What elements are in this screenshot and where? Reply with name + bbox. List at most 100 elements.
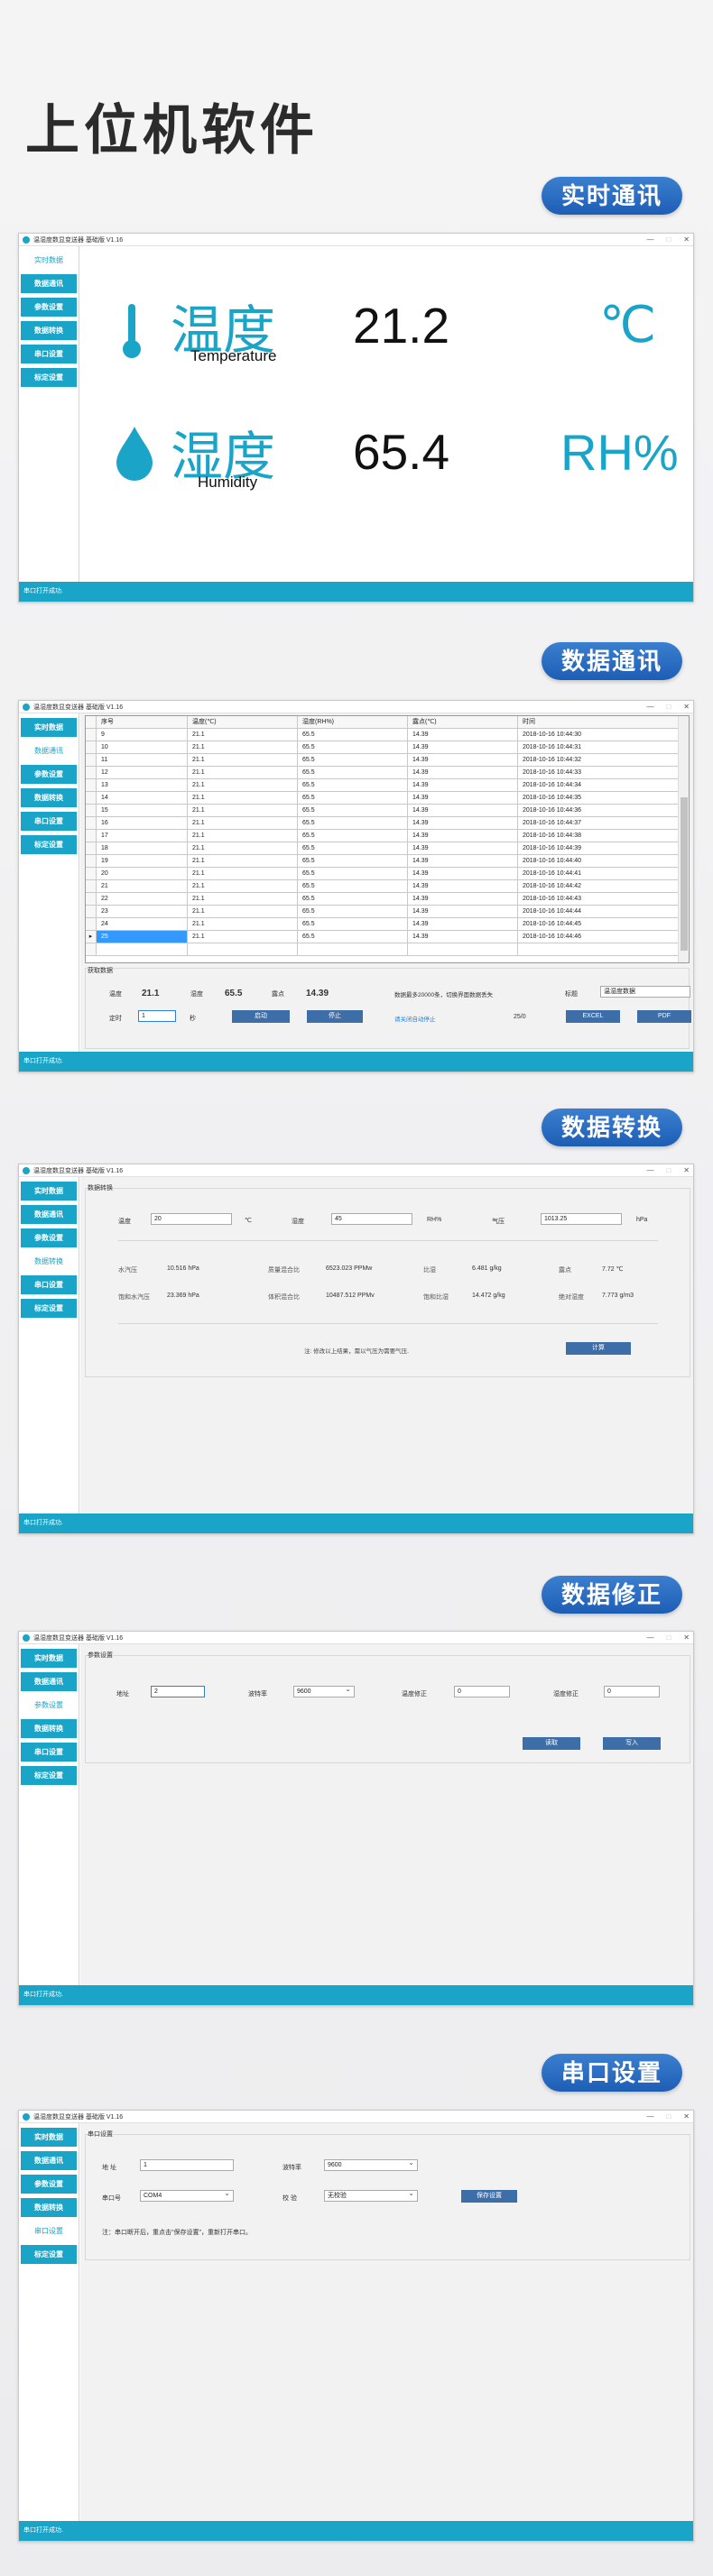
temp-correction-input[interactable]: 0 xyxy=(454,1686,510,1697)
data-table[interactable]: 序号 温度(℃) 湿度(RH%) 露点(℃) 时间 9 21.1 65.5 14.39 2018-… xyxy=(85,715,690,963)
minimize-button[interactable]: — xyxy=(646,2112,653,2121)
sidebar-item-6[interactable]: 标定设置 xyxy=(21,368,77,387)
address-input[interactable]: 2 xyxy=(151,1686,205,1697)
table-row[interactable]: 13 21.1 65.5 14.39 2018-10-16 10:44:34 xyxy=(86,779,689,792)
table-row[interactable]: 17 21.1 65.5 14.39 2018-10-16 10:44:38 xyxy=(86,830,689,842)
sidebar-item-1[interactable]: 实时数据 xyxy=(21,1649,77,1668)
sidebar-item-5[interactable]: 串口设置 xyxy=(21,812,77,831)
table-row[interactable]: 15 21.1 65.5 14.39 2018-10-16 10:44:36 xyxy=(86,805,689,817)
read-button[interactable]: 读取 xyxy=(523,1737,580,1750)
save-settings-button[interactable]: 保存设置 xyxy=(461,2190,517,2203)
maximize-button[interactable]: □ xyxy=(666,1166,671,1174)
minimize-button[interactable]: — xyxy=(646,1633,653,1642)
sidebar-item-6[interactable]: 标定设置 xyxy=(21,1299,77,1318)
table-row[interactable]: 16 21.1 65.5 14.39 2018-10-16 10:44:37 xyxy=(86,817,689,830)
baud-label: 波特率 xyxy=(248,1691,267,1697)
maximize-button[interactable]: □ xyxy=(666,1633,671,1642)
sidebar-item-3[interactable]: 参数设置 xyxy=(21,1228,77,1247)
start-button[interactable]: 启动 xyxy=(232,1010,290,1023)
table-cell xyxy=(518,943,666,955)
sidebar-item-5[interactable]: 串口设置 xyxy=(21,1743,77,1762)
calculate-button[interactable]: 计算 xyxy=(566,1342,631,1355)
close-button[interactable]: ✕ xyxy=(683,2112,690,2121)
sidebar-item-3[interactable]: 参数设置 xyxy=(21,765,77,784)
sidebar-item-2[interactable]: 数据通讯 xyxy=(21,2151,77,2170)
realtime-panel: 温度 Temperature 21.2 ℃ 湿度 Humidity 65.4 R… xyxy=(80,246,693,582)
write-button[interactable]: 写入 xyxy=(603,1737,661,1750)
scroll-thumb[interactable] xyxy=(681,797,688,951)
table-row[interactable]: 14 21.1 65.5 14.39 2018-10-16 10:44:35 xyxy=(86,792,689,805)
minimize-button[interactable]: — xyxy=(646,703,653,711)
table-row[interactable]: 23 21.1 65.5 14.39 2018-10-16 10:44:44 xyxy=(86,906,689,918)
sidebar-item-1[interactable]: 实时数据 xyxy=(21,251,77,270)
close-button[interactable]: ✕ xyxy=(683,1166,690,1174)
baud-select[interactable]: 9600 xyxy=(293,1684,355,1697)
table-scrollbar[interactable] xyxy=(678,716,689,962)
sidebar-item-4[interactable]: 数据转换 xyxy=(21,788,77,807)
sidebar-item-4[interactable]: 数据转换 xyxy=(21,1252,77,1271)
title-input[interactable]: 温湿度数据 xyxy=(600,986,690,998)
table-row[interactable]: 19 21.1 65.5 14.39 2018-10-16 10:44:40 xyxy=(86,855,689,868)
table-cell: 65.5 xyxy=(298,931,408,943)
sidebar-item-6[interactable]: 标定设置 xyxy=(21,1766,77,1785)
stop-button[interactable]: 停止 xyxy=(307,1010,363,1023)
sidebar-item-3[interactable]: 参数设置 xyxy=(21,1696,77,1715)
minimize-button[interactable]: — xyxy=(646,1166,653,1174)
sidebar-item-2[interactable]: 数据通讯 xyxy=(21,1205,77,1224)
sidebar-item-3[interactable]: 参数设置 xyxy=(21,2175,77,2194)
humidity-sublabel: Humidity xyxy=(198,474,258,491)
hum-input[interactable]: 45 xyxy=(331,1213,412,1225)
temp-input[interactable]: 20 xyxy=(151,1213,232,1225)
sidebar-item-4[interactable]: 数据转换 xyxy=(21,321,77,340)
timer-input[interactable]: 1 xyxy=(138,1010,176,1022)
table-row[interactable]: 10 21.1 65.5 14.39 2018-10-16 10:44:31 xyxy=(86,741,689,754)
status-bar: 串口打开成功. xyxy=(19,1513,693,1533)
maximize-button[interactable]: □ xyxy=(666,235,671,244)
close-button[interactable]: ✕ xyxy=(683,1633,690,1642)
water-drop-icon xyxy=(116,427,153,481)
sidebar-item-5[interactable]: 串口设置 xyxy=(21,345,77,363)
parity-select[interactable]: 无校验 xyxy=(324,2188,418,2202)
sidebar-item-2[interactable]: 数据通讯 xyxy=(21,274,77,293)
sidebar-item-6[interactable]: 标定设置 xyxy=(21,2245,77,2264)
table-row[interactable]: 22 21.1 65.5 14.39 2018-10-16 10:44:43 xyxy=(86,893,689,906)
baud-select[interactable]: 9600 xyxy=(324,2157,418,2171)
sidebar-item-5[interactable]: 串口设置 xyxy=(21,1275,77,1294)
maximize-button[interactable]: □ xyxy=(666,2112,671,2121)
table-row[interactable]: 9 21.1 65.5 14.39 2018-10-16 10:44:30 xyxy=(86,729,689,741)
sidebar-item-6[interactable]: 标定设置 xyxy=(21,835,77,854)
port-select[interactable]: COM4 xyxy=(140,2188,234,2202)
sidebar-item-3[interactable]: 参数设置 xyxy=(21,298,77,317)
close-button[interactable]: ✕ xyxy=(683,703,690,711)
table-row[interactable]: 12 21.1 65.5 14.39 2018-10-16 10:44:33 xyxy=(86,767,689,779)
close-button[interactable]: ✕ xyxy=(683,235,690,244)
hum-correction-input[interactable]: 0 xyxy=(604,1686,660,1697)
address-input[interactable]: 1 xyxy=(140,2159,234,2171)
table-cell: 14.39 xyxy=(408,842,518,854)
temp-unit: ℃ xyxy=(245,1218,252,1224)
pressure-input[interactable]: 1013.25 xyxy=(541,1213,622,1225)
sidebar-item-1[interactable]: 实时数据 xyxy=(21,1182,77,1201)
sidebar-item-2[interactable]: 数据通讯 xyxy=(21,741,77,760)
sidebar-item-1[interactable]: 实时数据 xyxy=(21,2128,77,2147)
table-row[interactable]: 18 21.1 65.5 14.39 2018-10-16 10:44:39 xyxy=(86,842,689,855)
table-row[interactable]: 21 21.1 65.5 14.39 2018-10-16 10:44:42 xyxy=(86,880,689,893)
section-badge-serial: 串口设置 xyxy=(541,2054,682,2092)
table-row[interactable]: 20 21.1 65.5 14.39 2018-10-16 10:44:41 xyxy=(86,868,689,880)
row-header xyxy=(86,729,97,741)
pdf-export-button[interactable]: PDF xyxy=(637,1010,691,1023)
sidebar-item-1[interactable]: 实时数据 xyxy=(21,718,77,737)
sidebar-item-2[interactable]: 数据通讯 xyxy=(21,1672,77,1691)
maximize-button[interactable]: □ xyxy=(666,703,671,711)
table-cell: 2018-10-16 10:44:34 xyxy=(523,782,581,788)
minimize-button[interactable]: — xyxy=(646,235,653,244)
excel-export-button[interactable]: EXCEL xyxy=(566,1010,620,1023)
table-row[interactable]: 24 21.1 65.5 14.39 2018-10-16 10:44:45 xyxy=(86,918,689,931)
table-new-row[interactable] xyxy=(86,943,689,956)
table-row[interactable]: ▸ 25 21.1 65.5 14.39 2018-10-16 10:44:46 xyxy=(86,931,689,943)
sidebar-item-4[interactable]: 数据转换 xyxy=(21,1719,77,1738)
table-cell: 14.39 xyxy=(408,893,518,905)
sidebar-item-4[interactable]: 数据转换 xyxy=(21,2198,77,2217)
sidebar-item-5[interactable]: 串口设置 xyxy=(21,2222,77,2240)
table-row[interactable]: 11 21.1 65.5 14.39 2018-10-16 10:44:32 xyxy=(86,754,689,767)
